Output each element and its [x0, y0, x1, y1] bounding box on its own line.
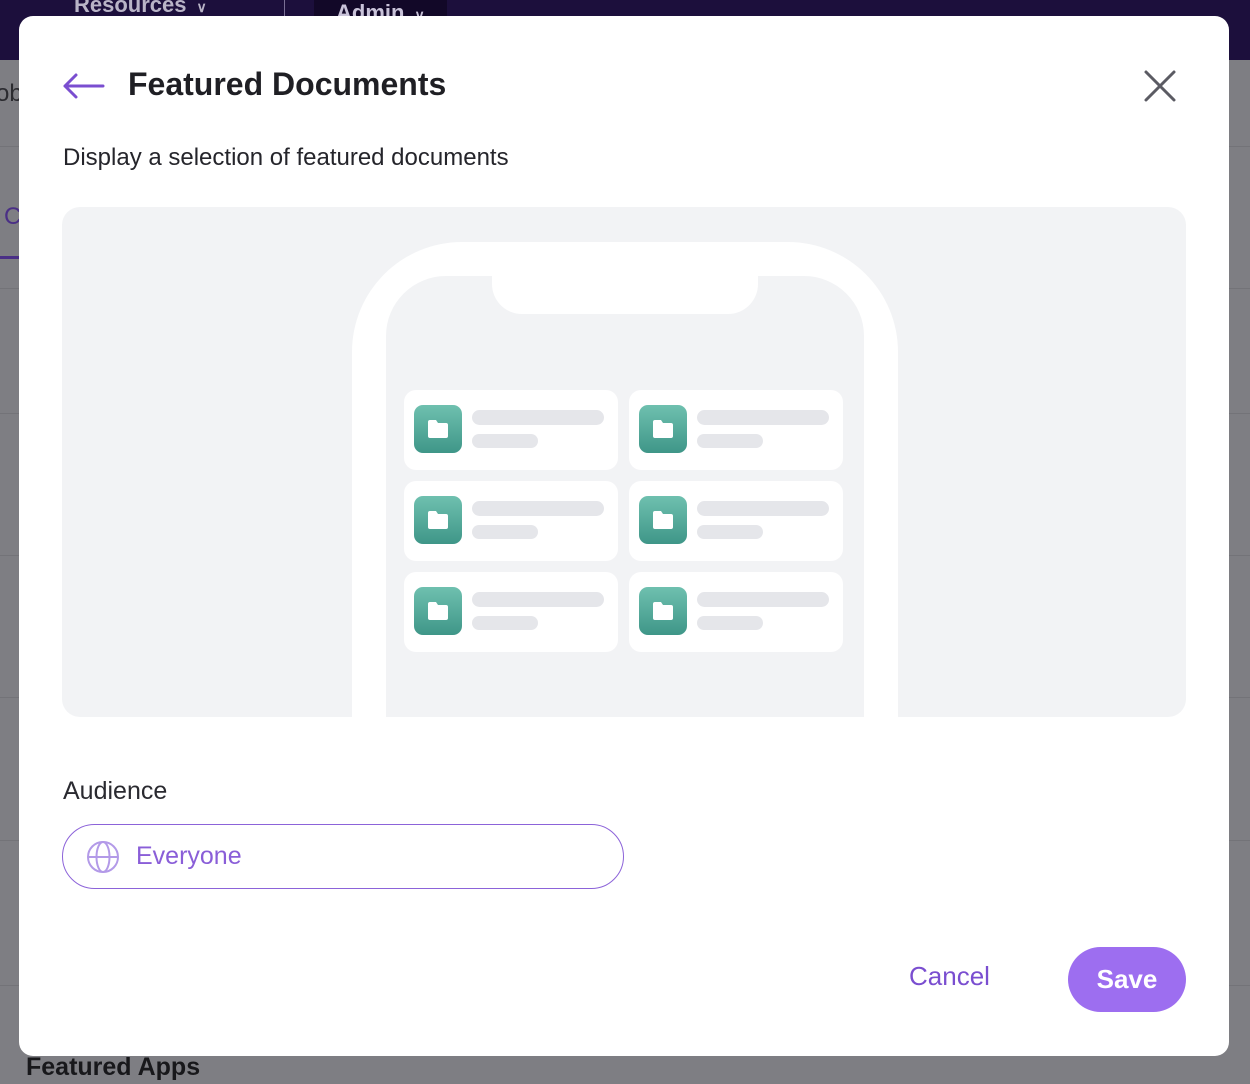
close-icon — [1144, 70, 1176, 102]
audience-selector[interactable]: Everyone — [62, 824, 624, 889]
save-button[interactable]: Save — [1068, 947, 1186, 1012]
folder-icon — [414, 405, 462, 453]
audience-label: Audience — [63, 777, 168, 805]
folder-icon — [639, 405, 687, 453]
widget-preview — [62, 207, 1186, 717]
back-button[interactable] — [59, 66, 109, 106]
background-section-title: Featured Apps — [26, 1053, 201, 1081]
document-card — [629, 572, 843, 652]
document-card — [629, 390, 843, 470]
background-tab-underline — [0, 256, 20, 259]
featured-documents-modal: Featured Documents Display a selection o… — [19, 16, 1229, 1056]
document-card — [404, 481, 618, 561]
modal-title: Featured Documents — [128, 66, 447, 102]
folder-icon — [414, 496, 462, 544]
folder-icon — [639, 496, 687, 544]
arrow-left-icon — [63, 73, 105, 99]
document-card — [404, 572, 618, 652]
close-button[interactable] — [1137, 66, 1183, 108]
modal-description: Display a selection of featured document… — [63, 144, 509, 171]
document-card — [629, 481, 843, 561]
folder-icon — [639, 587, 687, 635]
folder-icon — [414, 587, 462, 635]
globe-icon — [87, 841, 119, 873]
document-card — [404, 390, 618, 470]
audience-value: Everyone — [136, 842, 242, 870]
cancel-button[interactable]: Cancel — [909, 961, 990, 992]
